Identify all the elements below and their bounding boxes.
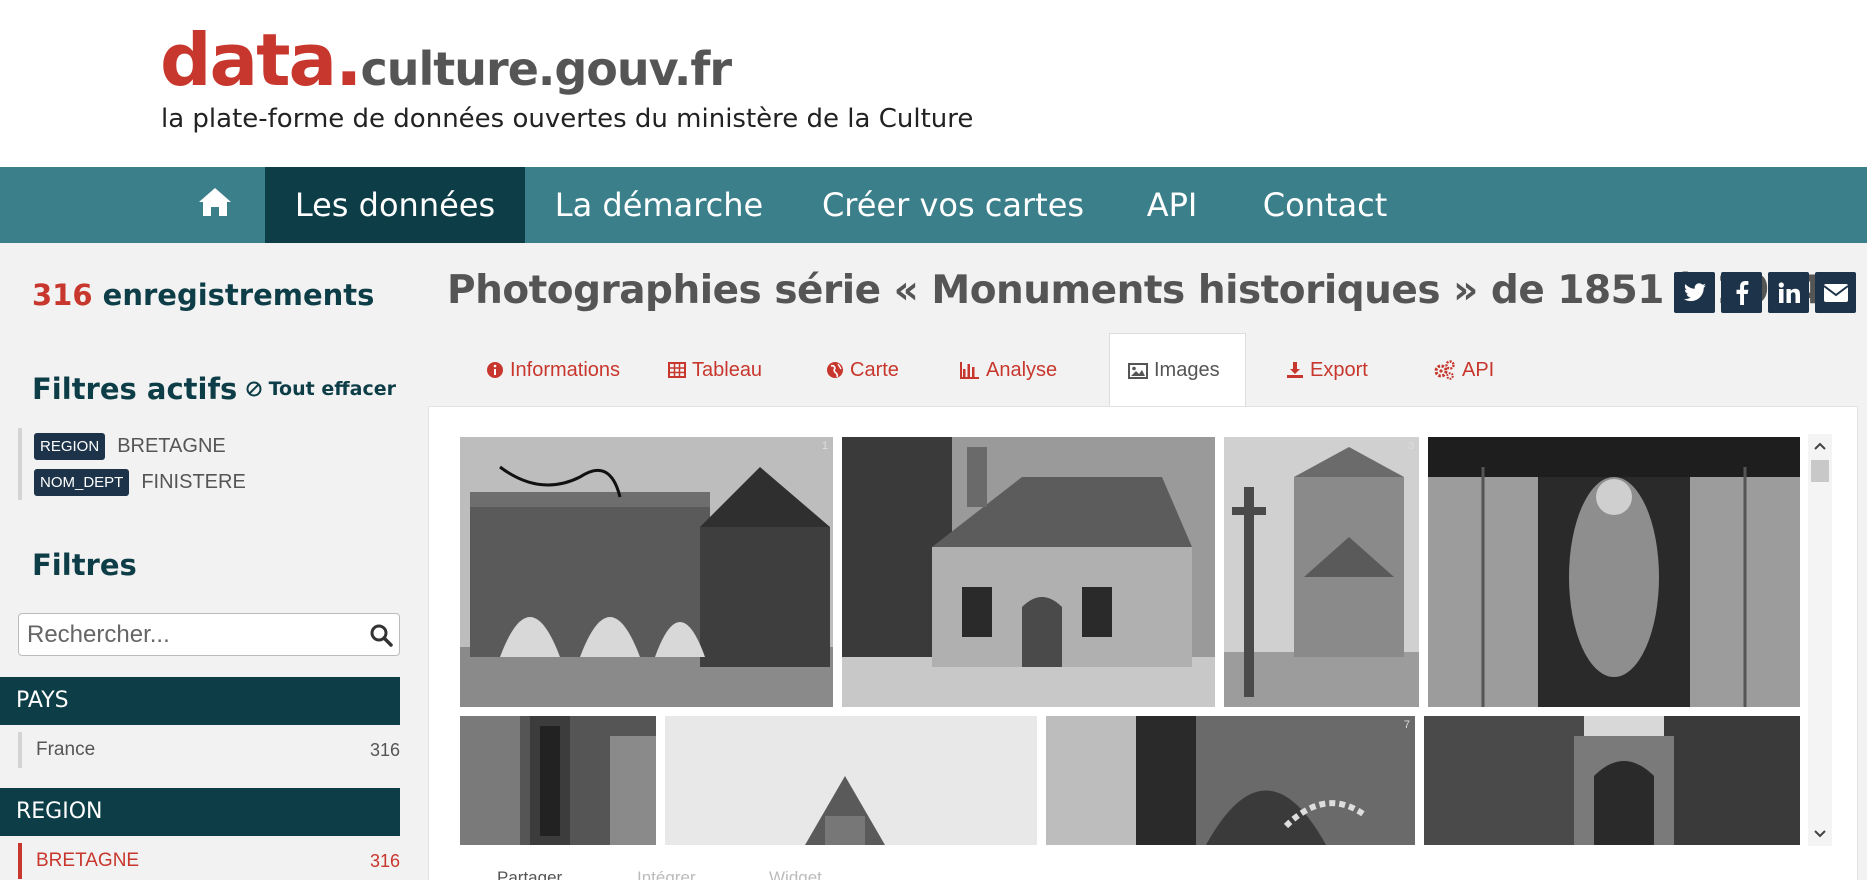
active-filters-list: REGION BRETAGNE NOM_DEPT FINISTERE (18, 428, 348, 500)
clear-all-button[interactable]: Tout effacer (246, 378, 396, 400)
site-header: data.culture.gouv.fr la plate-forme de d… (0, 0, 1867, 167)
gallery-scrollbar[interactable] (1808, 434, 1832, 846)
tab-label: Export (1310, 358, 1368, 381)
filters-title: Filtres (32, 548, 137, 582)
record-count-number: 316 (32, 278, 93, 312)
nav-item-api[interactable]: API (1113, 167, 1231, 243)
nav-item-creer-vos-cartes[interactable]: Créer vos cartes (793, 167, 1113, 243)
bar-chart-icon (960, 362, 979, 379)
tab-analyse[interactable]: Analyse (942, 333, 1075, 407)
gallery-image[interactable] (460, 716, 656, 845)
facet-item-label: France (36, 739, 96, 760)
tab-label: Tableau (692, 358, 763, 381)
image-index: 1 (821, 440, 828, 452)
gallery-image[interactable]: 7 (1046, 716, 1415, 845)
share-linkedin-button[interactable] (1768, 272, 1809, 313)
scroll-up-arrow[interactable] (1808, 436, 1832, 456)
facet-header-region[interactable]: REGION (0, 788, 400, 836)
tab-tableau[interactable]: Tableau (650, 333, 780, 407)
nav-item-les-donnees[interactable]: Les données (265, 167, 525, 243)
image-gallery: 1 3 7 (460, 437, 1800, 845)
filter-value: FINISTERE (141, 470, 246, 493)
dataset-tabs: Informations Tableau Carte Analyse Image… (428, 333, 1856, 407)
clear-all-label: Tout effacer (268, 378, 396, 400)
share-email-button[interactable] (1815, 272, 1856, 313)
logo-data-text: data. (160, 18, 362, 102)
nav-item-contact[interactable]: Contact (1231, 167, 1419, 243)
facet-item-label: BRETAGNE (36, 850, 140, 871)
facet-item-france[interactable]: France 316 (18, 732, 400, 768)
table-icon (668, 362, 686, 378)
tab-integrer[interactable]: Intégrer (637, 868, 696, 880)
info-circle-icon (487, 362, 503, 378)
scroll-down-arrow[interactable] (1808, 824, 1832, 844)
active-filter-nom-dept[interactable]: NOM_DEPT FINISTERE (34, 464, 348, 500)
gallery-image[interactable]: 3 (1224, 437, 1419, 707)
chevron-down-icon (1814, 830, 1826, 838)
main-nav: Les données La démarche Créer vos cartes… (0, 167, 1867, 243)
search-icon[interactable] (369, 623, 393, 647)
nav-item-la-demarche[interactable]: La démarche (525, 167, 793, 243)
image-icon (1128, 362, 1148, 379)
tab-label: Analyse (986, 358, 1058, 381)
download-icon (1287, 362, 1303, 378)
nav-home[interactable] (165, 167, 265, 243)
gallery-image[interactable] (665, 716, 1037, 845)
gallery-image[interactable] (1428, 437, 1800, 707)
tab-informations[interactable]: Informations (468, 333, 638, 407)
tab-widget[interactable]: Widget (769, 868, 822, 880)
gallery-image[interactable]: 1 (460, 437, 833, 707)
chevron-up-icon (1814, 442, 1826, 450)
tab-carte[interactable]: Carte (808, 333, 917, 407)
tab-export[interactable]: Export (1268, 333, 1386, 407)
active-filter-region[interactable]: REGION BRETAGNE (34, 428, 348, 464)
filter-search-box (18, 613, 400, 656)
tab-images[interactable]: Images (1109, 333, 1246, 407)
record-count-label: enregistrements (102, 278, 375, 312)
home-icon (199, 188, 231, 216)
share-twitter-button[interactable] (1674, 272, 1715, 313)
filter-search-input[interactable] (27, 620, 347, 650)
site-logo[interactable]: data.culture.gouv.fr (160, 18, 732, 102)
share-facebook-button[interactable] (1721, 272, 1762, 313)
tab-label: API (1462, 358, 1495, 381)
ban-icon (246, 381, 262, 397)
email-icon (1822, 283, 1849, 302)
tab-label: Images (1154, 359, 1220, 381)
tab-api[interactable]: API (1416, 333, 1512, 407)
cogs-icon (1434, 360, 1455, 380)
facebook-icon (1736, 280, 1748, 305)
tab-partager[interactable]: Partager (497, 868, 562, 880)
gallery-image[interactable] (1424, 716, 1800, 845)
filter-value: BRETAGNE (117, 434, 226, 457)
logo-domain-text: culture.gouv.fr (360, 42, 732, 96)
facet-item-bretagne[interactable]: BRETAGNE 316 (18, 843, 400, 879)
filter-tag: NOM_DEPT (34, 468, 130, 496)
tab-label: Informations (510, 358, 621, 381)
linkedin-icon (1778, 281, 1800, 303)
globe-icon (827, 362, 843, 378)
scrollbar-thumb[interactable] (1811, 460, 1829, 482)
active-filters-title: Filtres actifs (32, 372, 238, 406)
facet-item-count: 316 (369, 850, 400, 871)
site-tagline: la plate-forme de données ouvertes du mi… (161, 104, 974, 134)
image-index: 7 (1403, 719, 1410, 731)
record-count: 316 enregistrements (32, 278, 374, 312)
dataset-title: Photographies série « Monuments historiq… (447, 268, 1823, 313)
filter-tag: REGION (34, 432, 106, 460)
twitter-icon (1683, 282, 1706, 301)
gallery-image[interactable] (842, 437, 1215, 707)
facet-header-pays[interactable]: PAYS (0, 677, 400, 725)
tab-label: Carte (850, 358, 899, 381)
facet-item-count: 316 (369, 739, 400, 760)
image-index: 3 (1407, 440, 1414, 452)
